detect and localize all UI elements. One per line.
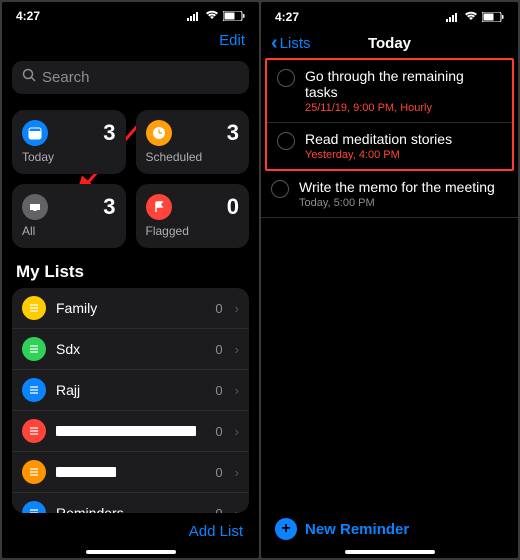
list-item[interactable]: 0 ›: [12, 411, 249, 452]
list-item[interactable]: Reminders 0 ›: [12, 493, 249, 513]
chevron-right-icon: ›: [235, 465, 239, 480]
signal-icon: [446, 13, 460, 22]
signal-icon: [187, 12, 201, 21]
back-button[interactable]: ‹ Lists: [271, 32, 311, 55]
reminder-item[interactable]: Read meditation stories Yesterday, 4:00 …: [267, 123, 512, 169]
home-indicator[interactable]: [345, 550, 435, 554]
list-name: Rajj: [56, 382, 205, 398]
list-name: [56, 464, 205, 480]
chevron-left-icon: ‹: [271, 32, 278, 55]
page-title: Today: [368, 35, 411, 52]
reminders-today-screen: 4:27 ‹ Lists Today Go through the remain…: [261, 2, 518, 558]
card-scheduled-label: Scheduled: [146, 150, 240, 164]
chevron-right-icon: ›: [235, 301, 239, 316]
battery-icon: [223, 11, 245, 21]
new-reminder-button[interactable]: + New Reminder: [261, 508, 518, 546]
back-label: Lists: [280, 35, 311, 52]
clock-icon: [146, 120, 172, 146]
status-bar: 4:27: [261, 6, 518, 28]
chevron-right-icon: ›: [235, 342, 239, 357]
reminder-item[interactable]: Go through the remaining tasks 25/11/19,…: [267, 60, 512, 123]
add-list-button[interactable]: Add List: [189, 523, 243, 540]
card-today[interactable]: 3 Today: [12, 110, 126, 174]
plus-icon: +: [275, 518, 297, 540]
card-today-label: Today: [22, 150, 116, 164]
list-name: [56, 423, 205, 439]
list-item[interactable]: Rajj 0 ›: [12, 370, 249, 411]
wifi-icon: [205, 9, 219, 23]
flag-icon: [146, 194, 172, 220]
chevron-right-icon: ›: [235, 506, 239, 514]
reminder-title: Go through the remaining tasks: [305, 68, 500, 100]
list-item[interactable]: 0 ›: [12, 452, 249, 493]
battery-icon: [482, 12, 504, 22]
reminder-item[interactable]: Write the memo for the meeting Today, 5:…: [261, 171, 518, 218]
card-today-count: 3: [103, 120, 115, 146]
reminder-title: Read meditation stories: [305, 131, 452, 147]
home-indicator[interactable]: [86, 550, 176, 554]
my-lists: Family 0 › Sdx 0 › Rajj 0 › 0 › 0 ›: [12, 288, 249, 513]
search-input[interactable]: Search: [12, 61, 249, 94]
list-count: 0: [215, 383, 222, 398]
reminder-checkbox[interactable]: [271, 180, 289, 198]
card-flagged-count: 0: [227, 194, 239, 220]
inbox-icon: [22, 194, 48, 220]
status-time: 4:27: [275, 10, 299, 24]
card-all-count: 3: [103, 194, 115, 220]
reminder-checkbox[interactable]: [277, 69, 295, 87]
reminder-subtitle: Yesterday, 4:00 PM: [305, 149, 452, 161]
reminders-main-screen: 4:27 Edit Search: [2, 2, 259, 558]
reminder-checkbox[interactable]: [277, 132, 295, 150]
list-count: 0: [215, 424, 222, 439]
list-icon: [22, 419, 46, 443]
list-count: 0: [215, 506, 222, 514]
annotation-highlight: Go through the remaining tasks 25/11/19,…: [265, 58, 514, 171]
card-scheduled[interactable]: 3 Scheduled: [136, 110, 250, 174]
card-all[interactable]: 3 All: [12, 184, 126, 248]
status-time: 4:27: [16, 9, 40, 23]
my-lists-title: My Lists: [2, 258, 259, 288]
new-reminder-label: New Reminder: [305, 521, 409, 538]
reminder-title: Write the memo for the meeting: [299, 179, 495, 195]
list-name: Reminders: [56, 505, 205, 513]
card-all-label: All: [22, 224, 116, 238]
list-count: 0: [215, 342, 222, 357]
reminder-subtitle: Today, 5:00 PM: [299, 197, 495, 209]
card-flagged[interactable]: 0 Flagged: [136, 184, 250, 248]
list-name: Family: [56, 300, 205, 316]
list-name: Sdx: [56, 341, 205, 357]
list-icon: [22, 501, 46, 513]
list-count: 0: [215, 465, 222, 480]
chevron-right-icon: ›: [235, 383, 239, 398]
list-icon: [22, 460, 46, 484]
card-scheduled-count: 3: [227, 120, 239, 146]
list-item[interactable]: Family 0 ›: [12, 288, 249, 329]
search-icon: [22, 68, 36, 87]
list-item[interactable]: Sdx 0 ›: [12, 329, 249, 370]
card-flagged-label: Flagged: [146, 224, 240, 238]
calendar-icon: [22, 120, 48, 146]
edit-button[interactable]: Edit: [219, 32, 245, 49]
list-icon: [22, 296, 46, 320]
list-count: 0: [215, 301, 222, 316]
list-icon: [22, 378, 46, 402]
reminder-subtitle: 25/11/19, 9:00 PM, Hourly: [305, 102, 500, 114]
chevron-right-icon: ›: [235, 424, 239, 439]
status-bar: 4:27: [2, 6, 259, 26]
list-icon: [22, 337, 46, 361]
search-placeholder: Search: [42, 69, 90, 86]
wifi-icon: [464, 10, 478, 24]
